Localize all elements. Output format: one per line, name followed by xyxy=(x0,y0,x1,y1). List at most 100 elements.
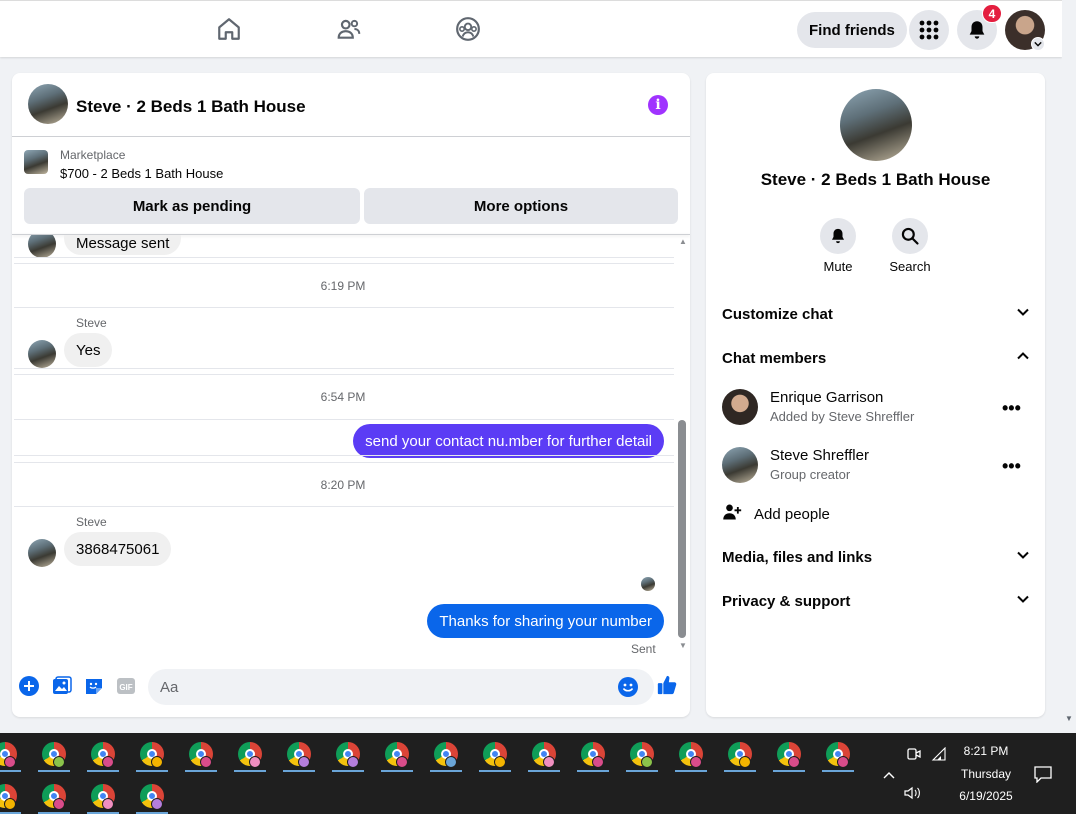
privacy-support-row[interactable]: Privacy & support xyxy=(722,590,1030,612)
browser-taskbar-icon[interactable] xyxy=(623,737,661,772)
browser-taskbar-icon[interactable] xyxy=(476,737,514,772)
listing-thumbnail[interactable] xyxy=(24,150,48,174)
browser-taskbar-icon[interactable] xyxy=(280,737,318,772)
member-name: Enrique Garrison xyxy=(770,389,884,406)
svg-text:GIF: GIF xyxy=(119,683,132,692)
camera-icon[interactable] xyxy=(905,745,923,763)
gif-icon[interactable]: GIF xyxy=(115,675,137,697)
browser-taskbar-icon[interactable] xyxy=(231,737,269,772)
find-friends-button[interactable]: Find friends xyxy=(797,12,907,48)
groups-icon[interactable] xyxy=(454,15,482,43)
browser-taskbar-icon[interactable] xyxy=(0,779,24,814)
more-options-icon[interactable]: ••• xyxy=(1002,398,1021,419)
chat-members-row[interactable]: Chat members xyxy=(722,347,1030,369)
running-indicator xyxy=(0,770,21,772)
sticker-icon[interactable] xyxy=(83,675,105,697)
browser-taskbar-icon[interactable] xyxy=(819,737,857,772)
sender-name: Steve xyxy=(76,316,107,330)
browser-taskbar-icon[interactable] xyxy=(525,737,563,772)
home-icon[interactable] xyxy=(215,15,243,43)
volume-icon[interactable] xyxy=(903,784,923,802)
sender-avatar xyxy=(28,235,56,258)
member-role: Group creator xyxy=(770,467,851,482)
notification-center-icon[interactable] xyxy=(1033,764,1053,784)
divider xyxy=(14,455,674,456)
media-files-links-row[interactable]: Media, files and links xyxy=(722,546,1030,568)
scroll-up-icon[interactable]: ▲ xyxy=(676,237,690,246)
marketplace-label: Marketplace xyxy=(60,148,126,162)
profile-badge-icon xyxy=(396,756,408,768)
profile-badge-icon xyxy=(690,756,702,768)
scroll-down-icon[interactable]: ▼ xyxy=(1062,714,1076,723)
listing-title[interactable]: $700 - 2 Beds 1 Bath House xyxy=(60,166,223,181)
member-item[interactable]: Enrique Garrison Added by Steve Shreffle… xyxy=(722,389,1030,433)
mute-label[interactable]: Mute xyxy=(808,259,868,274)
browser-taskbar-icon[interactable] xyxy=(35,737,73,772)
more-options-button[interactable]: More options xyxy=(364,188,678,224)
mute-icon[interactable] xyxy=(820,218,856,254)
browser-taskbar-icon[interactable] xyxy=(770,737,808,772)
plus-icon[interactable] xyxy=(18,675,40,697)
running-indicator xyxy=(87,770,119,772)
clock-day[interactable]: Thursday xyxy=(950,767,1022,781)
browser-taskbar-icon[interactable] xyxy=(0,737,24,772)
menu-grid-icon[interactable] xyxy=(909,10,949,50)
search-icon[interactable] xyxy=(892,218,928,254)
running-indicator xyxy=(724,770,756,772)
running-indicator xyxy=(332,770,364,772)
browser-taskbar-icon[interactable] xyxy=(329,737,367,772)
page-scrollbar[interactable]: ▼ xyxy=(1062,0,1076,733)
emoji-icon[interactable] xyxy=(618,677,638,702)
wifi-icon[interactable] xyxy=(930,745,948,763)
group-avatar[interactable] xyxy=(840,89,912,161)
profile-badge-icon xyxy=(592,756,604,768)
chevron-down-icon[interactable] xyxy=(1031,37,1045,51)
browser-taskbar-icon[interactable] xyxy=(378,737,416,772)
browser-taskbar-icon[interactable] xyxy=(574,737,612,772)
browser-taskbar-icon[interactable] xyxy=(35,779,73,814)
divider xyxy=(14,368,674,369)
profile-badge-icon xyxy=(641,756,653,768)
message-bubble-outgoing: send your contact nu.mber for further de… xyxy=(353,424,664,458)
customize-chat-row[interactable]: Customize chat xyxy=(722,303,1030,325)
message-list: Message sent 6:19 PM Steve Yes 6:54 PM s… xyxy=(12,235,676,655)
browser-taskbar-icon[interactable] xyxy=(133,737,171,772)
photo-icon[interactable] xyxy=(51,675,73,697)
running-indicator xyxy=(577,770,609,772)
like-thumb-icon[interactable] xyxy=(656,674,678,696)
profile-badge-icon xyxy=(4,798,16,810)
info-title: Steve · 2 Beds 1 Bath House xyxy=(760,170,991,189)
clock-date[interactable]: 6/19/2025 xyxy=(950,789,1022,803)
browser-taskbar-icon[interactable] xyxy=(133,779,171,814)
browser-taskbar-icon[interactable] xyxy=(427,737,465,772)
running-indicator xyxy=(283,770,315,772)
media-files-links-label: Media, files and links xyxy=(722,548,873,566)
chat-title[interactable]: Steve · 2 Beds 1 Bath House xyxy=(76,97,306,117)
add-people-button[interactable]: Add people xyxy=(722,502,830,526)
profile-badge-icon xyxy=(347,756,359,768)
profile-badge-icon xyxy=(739,756,751,768)
scrollbar-thumb[interactable] xyxy=(678,420,686,638)
browser-taskbar-icon[interactable] xyxy=(721,737,759,772)
chat-avatar[interactable] xyxy=(28,84,68,124)
scroll-down-icon[interactable]: ▼ xyxy=(676,641,690,650)
message-input-box[interactable] xyxy=(148,669,654,705)
divider xyxy=(14,419,674,420)
member-item[interactable]: Steve Shreffler Group creator ••• xyxy=(722,447,1030,491)
message-input[interactable] xyxy=(160,669,600,705)
more-options-icon[interactable]: ••• xyxy=(1002,456,1021,477)
browser-taskbar-icon[interactable] xyxy=(672,737,710,772)
member-avatar xyxy=(722,447,758,483)
sender-name: Steve xyxy=(76,515,107,529)
browser-taskbar-icon[interactable] xyxy=(84,779,122,814)
mark-as-pending-button[interactable]: Mark as pending xyxy=(24,188,360,224)
friends-icon[interactable] xyxy=(335,15,363,43)
search-label[interactable]: Search xyxy=(880,259,940,274)
profile-badge-icon xyxy=(102,756,114,768)
browser-taskbar-icon[interactable] xyxy=(84,737,122,772)
browser-taskbar-icon[interactable] xyxy=(182,737,220,772)
info-icon[interactable]: i xyxy=(648,95,668,115)
chevron-down-icon xyxy=(1016,592,1030,610)
clock-time[interactable]: 8:21 PM xyxy=(950,744,1022,758)
chevron-up-icon[interactable] xyxy=(880,766,898,784)
